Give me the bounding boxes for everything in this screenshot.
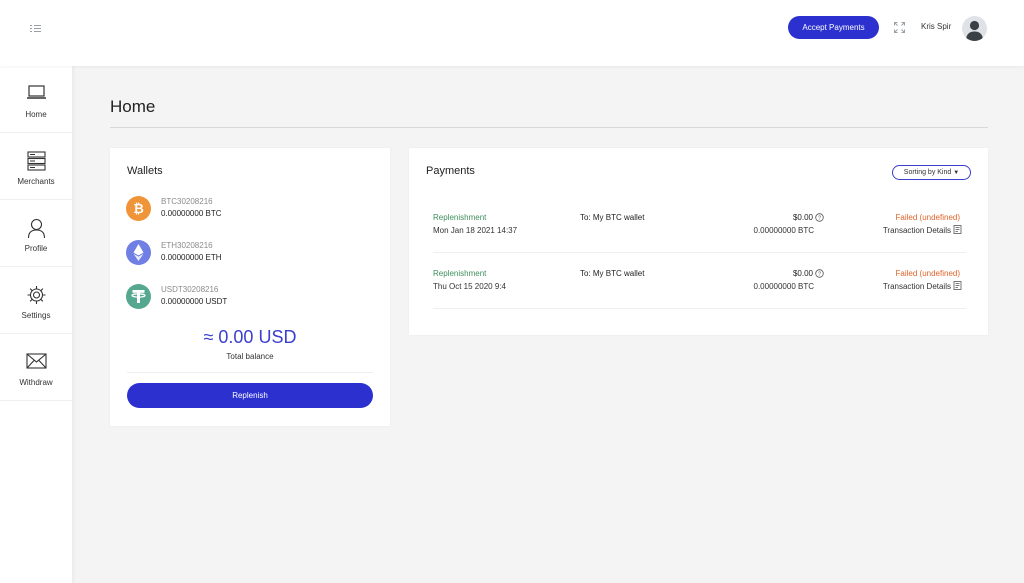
wallets-divider — [127, 372, 373, 373]
payment-row[interactable]: Replenishment Thu Oct 15 2020 9:4 To: My… — [433, 256, 966, 309]
total-balance-value: ≈ 0.00 USD — [203, 327, 297, 347]
payment-kind: Replenishment — [433, 213, 487, 222]
wallet-name: USDT30208216 — [161, 285, 219, 294]
help-icon[interactable]: ? — [815, 269, 824, 278]
sidebar-item-label: Home — [25, 110, 47, 119]
wallet-row-btc[interactable]: ₿ BTC30208216 0.00000000 BTC — [126, 196, 366, 226]
payments-title: Payments — [426, 165, 475, 177]
menu-toggle-icon[interactable] — [30, 24, 44, 36]
wallet-amount: 0.00000000 USDT — [161, 297, 228, 306]
payment-destination: To: My BTC wallet — [580, 269, 645, 278]
payment-usd-amount: $0.00 — [792, 213, 813, 222]
ethereum-icon — [126, 240, 151, 265]
page-title: Home — [110, 97, 156, 116]
svg-text:?: ? — [818, 272, 821, 278]
server-icon — [27, 151, 46, 171]
sidebar-item-withdraw[interactable]: Withdraw — [0, 334, 72, 401]
payment-date: Thu Oct 15 2020 9:4 — [433, 282, 506, 291]
transaction-details-link[interactable]: Transaction Details — [883, 226, 951, 235]
accept-payments-button[interactable]: Accept Payments — [788, 16, 879, 39]
user-name[interactable]: Kris Spir — [921, 22, 951, 31]
sidebar-item-label: Settings — [21, 311, 51, 320]
sidebar-item-label: Withdraw — [19, 378, 53, 387]
sort-dropdown[interactable]: Sorting by Kind ▼ — [892, 165, 971, 180]
payment-crypto-amount: 0.00000000 BTC — [753, 226, 815, 235]
gear-icon — [27, 286, 46, 304]
sort-label: Sorting by Kind — [903, 169, 952, 176]
payment-kind: Replenishment — [433, 269, 487, 278]
avatar[interactable] — [962, 16, 987, 41]
payment-crypto-amount: 0.00000000 BTC — [753, 282, 815, 291]
sidebar-item-merchants[interactable]: Merchants — [0, 133, 72, 200]
wallet-amount: 0.00000000 BTC — [161, 209, 222, 218]
user-icon — [27, 218, 46, 238]
receipt-icon[interactable] — [953, 281, 962, 290]
wallets-title: Wallets — [127, 165, 163, 177]
payment-status: Failed (undefined) — [895, 269, 960, 278]
title-divider — [110, 127, 988, 128]
wallet-name: ETH30208216 — [161, 241, 213, 250]
payment-status: Failed (undefined) — [895, 213, 960, 222]
help-icon[interactable]: ? — [815, 213, 824, 222]
svg-text:₿: ₿ — [133, 202, 144, 217]
caret-down-icon: ▼ — [953, 170, 960, 176]
payments-card: Payments Sorting by Kind ▼ Replenishment… — [409, 148, 988, 335]
fullscreen-icon[interactable] — [894, 22, 905, 33]
transaction-details-link[interactable]: Transaction Details — [883, 282, 951, 291]
wallet-row-usdt[interactable]: USDT30208216 0.00000000 USDT — [126, 284, 366, 314]
wallet-name: BTC30208216 — [161, 197, 213, 206]
receipt-icon[interactable] — [953, 225, 962, 234]
sidebar-item-settings[interactable]: Settings — [0, 267, 72, 334]
top-bar: Accept Payments Kris Spir — [0, 0, 1024, 66]
wallet-row-eth[interactable]: ETH30208216 0.00000000 ETH — [126, 240, 366, 270]
envelope-icon — [26, 353, 47, 369]
sidebar-item-label: Profile — [24, 244, 48, 253]
payment-row[interactable]: Replenishment Mon Jan 18 2021 14:37 To: … — [433, 200, 966, 253]
tether-icon — [126, 284, 151, 309]
bitcoin-icon: ₿ — [126, 196, 151, 221]
payment-destination: To: My BTC wallet — [580, 213, 645, 222]
replenish-button[interactable]: Replenish — [127, 383, 373, 408]
total-balance-label: Total balance — [226, 352, 274, 361]
laptop-icon — [27, 85, 46, 99]
wallets-card: Wallets ₿ BTC30208216 0.00000000 BTC ETH… — [110, 148, 390, 426]
payment-usd-amount: $0.00 — [792, 269, 813, 278]
sidebar-item-home[interactable]: Home — [0, 66, 72, 133]
sidebar: Home Merchants Profile Settings Withdraw — [0, 66, 73, 583]
sidebar-item-label: Merchants — [17, 177, 55, 186]
payment-date: Mon Jan 18 2021 14:37 — [433, 226, 518, 235]
wallet-amount: 0.00000000 ETH — [161, 253, 222, 262]
svg-text:?: ? — [818, 216, 821, 222]
sidebar-item-profile[interactable]: Profile — [0, 200, 72, 267]
